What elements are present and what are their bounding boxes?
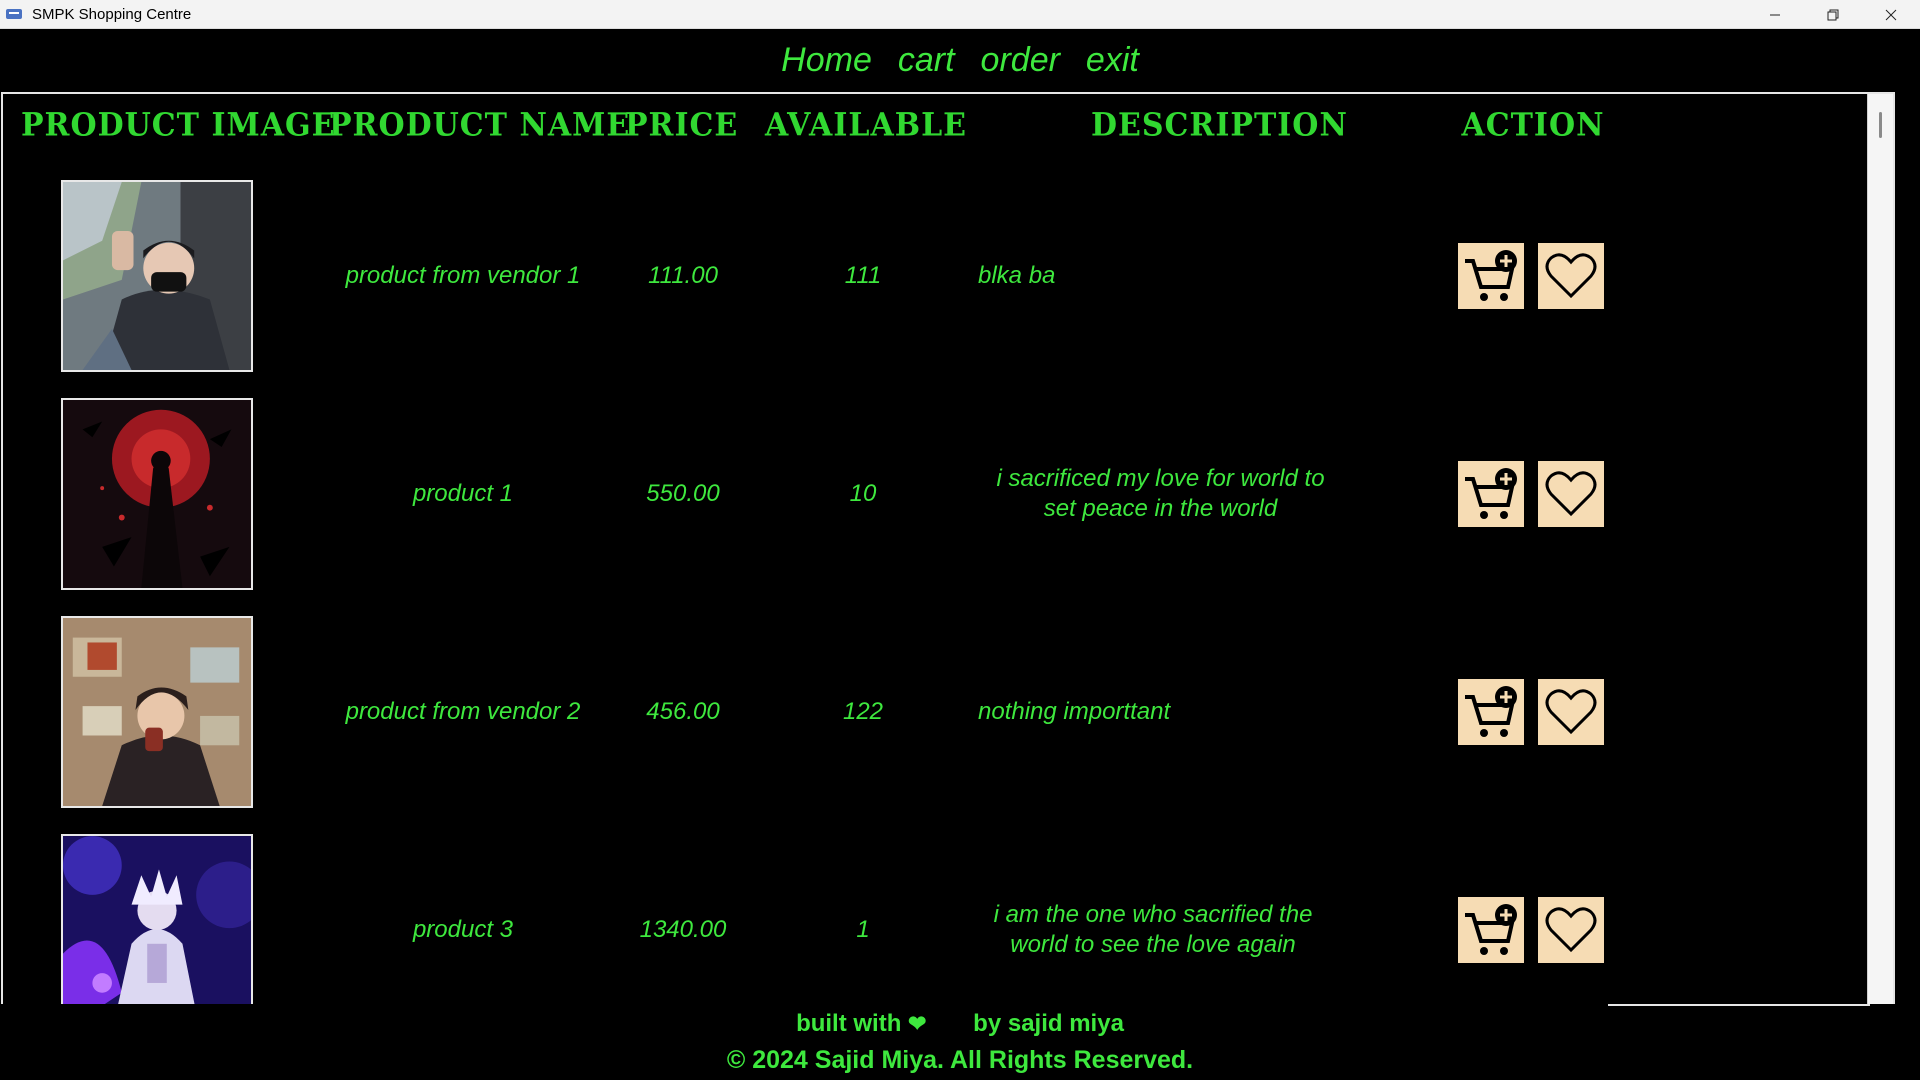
vertical-scrollbar[interactable] <box>1867 94 1893 1004</box>
header-product-image: Product Image <box>21 107 336 144</box>
heart-icon <box>1545 471 1597 517</box>
add-to-cart-icon <box>1465 250 1517 301</box>
add-to-cart-button[interactable] <box>1458 461 1524 527</box>
wishlist-button[interactable] <box>1538 461 1604 527</box>
product-photo-purple-warrior <box>63 836 251 1004</box>
nav-cart-link[interactable]: cart <box>898 41 955 80</box>
table-row: product from vendor 2 456.00 122 nothing… <box>3 616 1703 833</box>
product-photo-selfie <box>63 182 251 370</box>
product-available: 10 <box>849 480 877 507</box>
table-header: Product Image Product Name Price Availab… <box>3 107 1703 148</box>
add-to-cart-icon <box>1465 468 1517 519</box>
product-name: product from vendor 2 <box>345 698 581 725</box>
nav-order-link[interactable]: order <box>981 41 1060 80</box>
product-price: 550.00 <box>646 480 720 507</box>
add-to-cart-button[interactable] <box>1458 897 1524 963</box>
product-name: product 3 <box>412 916 514 943</box>
wishlist-button[interactable] <box>1538 897 1604 963</box>
minimize-button[interactable] <box>1746 0 1804 29</box>
wishlist-button[interactable] <box>1538 679 1604 745</box>
product-table-panel: Product Image Product Name Price Availab… <box>1 92 1895 1004</box>
footer-author: by sajid miya <box>973 1010 1124 1037</box>
footer-built-with: built with <box>796 1010 902 1037</box>
close-button[interactable] <box>1862 0 1920 29</box>
window-title-bar: SMPK Shopping Centre <box>0 0 1920 29</box>
restore-icon <box>1827 9 1839 20</box>
heart-icon: ❤ <box>908 1011 927 1036</box>
scrollbar-thumb[interactable] <box>1879 112 1882 138</box>
footer-credit: built with ❤ by sajid miya <box>0 1010 1920 1038</box>
window-controls <box>1746 0 1920 29</box>
product-description: blka ba <box>978 262 1056 289</box>
wishlist-button[interactable] <box>1538 243 1604 309</box>
footer-copyright: © 2024 Sajid Miya. All Rights Reserved. <box>726 1046 1194 1074</box>
add-to-cart-button[interactable] <box>1458 679 1524 745</box>
main-nav: Home cart order exit <box>0 29 1920 91</box>
product-image <box>61 834 253 1004</box>
product-price: 456.00 <box>646 698 720 725</box>
product-image <box>61 616 253 808</box>
header-product-name: Product Name <box>329 107 631 144</box>
heart-icon <box>1545 907 1597 953</box>
product-price: 111.00 <box>648 262 718 289</box>
product-photo-anime-boy <box>63 618 251 806</box>
product-available: 1 <box>856 916 870 943</box>
product-image <box>61 398 253 590</box>
footer: built with ❤ by sajid miya © 2024 Sajid … <box>0 1004 1920 1080</box>
product-name: product from vendor 1 <box>345 262 581 289</box>
table-row: product from vendor 1 111.00 111 blka ba <box>3 180 1703 397</box>
product-price: 1340.00 <box>639 916 727 943</box>
nav-home-link[interactable]: Home <box>781 41 872 80</box>
product-description: i am the one who sacrified the world to … <box>993 901 1313 958</box>
app-icon <box>6 7 24 21</box>
add-to-cart-icon <box>1465 686 1517 737</box>
close-icon <box>1885 9 1897 20</box>
add-to-cart-button[interactable] <box>1458 243 1524 309</box>
footer-divider <box>1608 1004 1870 1006</box>
header-available: Available <box>765 107 968 144</box>
heart-icon <box>1545 689 1597 735</box>
add-to-cart-icon <box>1465 904 1517 955</box>
product-description: nothing importtant <box>978 698 1171 725</box>
product-description: i sacrificed my love for world to set pe… <box>996 465 1325 522</box>
table-row: product 1 550.00 10 i sacrificed my love… <box>3 398 1703 615</box>
table-row: product 3 1340.00 1 i am the one who sac… <box>3 834 1703 1004</box>
minimize-icon <box>1770 14 1780 15</box>
product-name: product 1 <box>412 480 514 507</box>
restore-button[interactable] <box>1804 0 1862 29</box>
product-image <box>61 180 253 372</box>
product-photo-red-moon <box>63 400 251 588</box>
nav-exit-link[interactable]: exit <box>1086 41 1139 80</box>
header-price: Price <box>625 107 739 144</box>
window-title: SMPK Shopping Centre <box>32 5 192 23</box>
header-description: Description <box>1091 107 1348 144</box>
product-available: 111 <box>844 262 882 289</box>
heart-icon <box>1545 253 1597 299</box>
product-available: 122 <box>842 698 884 725</box>
header-action: Action <box>1461 107 1605 144</box>
